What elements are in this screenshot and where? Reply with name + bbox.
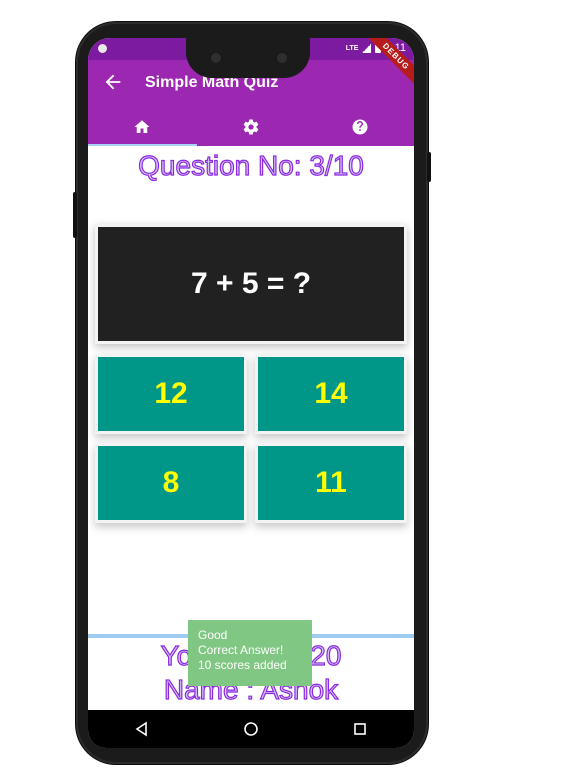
front-camera-icon	[208, 50, 224, 66]
front-camera-icon	[274, 50, 290, 66]
tab-settings[interactable]	[197, 108, 306, 146]
question-card: 7 + 5 = ?	[95, 224, 407, 344]
power-button	[427, 152, 431, 182]
answer-label: 8	[162, 466, 180, 499]
nav-recents-button[interactable]	[340, 714, 380, 744]
nav-home-button[interactable]	[231, 714, 271, 744]
nav-back-button[interactable]	[122, 714, 162, 744]
tab-bar	[88, 108, 414, 146]
answer-label: 11	[315, 466, 347, 499]
camera-notch	[186, 38, 310, 78]
answer-option-3[interactable]: 8	[95, 443, 247, 523]
question-number: Question No: 3/10	[138, 149, 365, 181]
gear-icon	[243, 119, 259, 135]
phone-screen: LTE 2:11 DEBUG Simple Math Quiz Question…	[88, 38, 414, 748]
answer-label: 12	[154, 377, 188, 410]
help-icon	[352, 119, 368, 135]
toast-message: Good Correct Answer! 10 scores added	[188, 620, 312, 686]
home-icon	[134, 120, 150, 133]
tab-home[interactable]	[88, 108, 197, 146]
square-recents-icon	[353, 723, 366, 735]
toast-line: Good	[198, 628, 228, 642]
tab-help[interactable]	[305, 108, 414, 146]
volume-button	[73, 192, 77, 238]
question-text: 7 + 5 = ?	[190, 267, 312, 300]
toast-line: Correct Answer!	[198, 643, 284, 657]
answer-option-2[interactable]: 14	[255, 354, 407, 434]
system-nav-bar	[88, 710, 414, 748]
signal-icon	[362, 43, 372, 53]
triangle-back-icon	[135, 721, 148, 737]
toast-line: 10 scores added	[198, 658, 287, 672]
score-value: 20	[310, 639, 342, 671]
answer-option-4[interactable]: 11	[255, 443, 407, 523]
circle-home-icon	[244, 722, 258, 736]
notification-icon	[98, 44, 107, 53]
network-label: LTE	[345, 44, 359, 52]
answer-label: 14	[314, 377, 348, 410]
arrow-left-icon[interactable]	[102, 71, 124, 93]
answer-option-1[interactable]: 12	[95, 354, 247, 434]
